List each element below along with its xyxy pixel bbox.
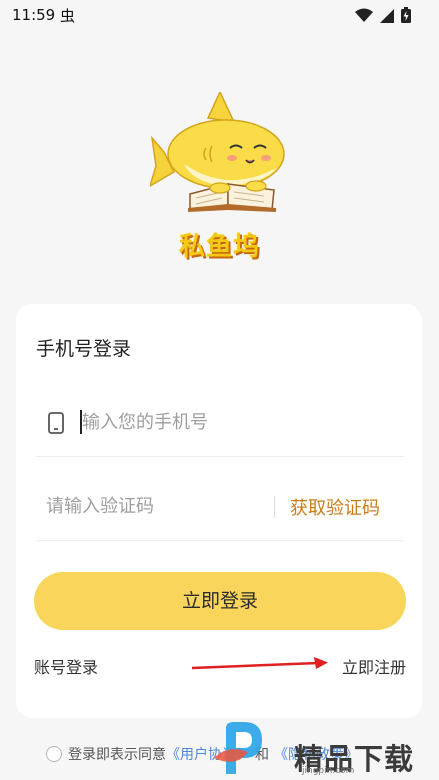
red-arrow-annotation [191, 657, 328, 670]
battery-charging-icon [401, 7, 411, 23]
bug-notification-icon: 虫 [60, 7, 76, 25]
verification-field-row: 获取验证码 [36, 474, 404, 541]
watermark-logo-icon [214, 722, 262, 774]
phone-input[interactable] [82, 408, 382, 436]
verification-code-input[interactable] [46, 492, 266, 520]
phone-field-row [36, 390, 404, 457]
login-button[interactable]: 立即登录 [34, 572, 406, 630]
agreement-text: 登录即表示同意 [68, 747, 166, 763]
get-code-button[interactable]: 获取验证码 [290, 494, 380, 520]
watermark: 精品下载 jingpin.com [208, 718, 436, 778]
status-icons [355, 7, 411, 23]
status-time: 11:59 [12, 6, 56, 24]
wifi-icon [355, 8, 373, 22]
page-title: 手机号登录 [36, 338, 132, 360]
watermark-subtext: jingpin.com [302, 766, 355, 776]
app-name: 私鱼坞 [178, 232, 260, 262]
agreement-checkbox[interactable] [46, 746, 62, 762]
divider [274, 496, 275, 518]
app-logo [150, 92, 285, 212]
signal-icon [380, 8, 394, 23]
phone-icon [48, 412, 64, 434]
status-bar: 11:59 虫 [0, 0, 439, 32]
register-link[interactable]: 立即注册 [342, 654, 406, 678]
account-login-link[interactable]: 账号登录 [34, 654, 98, 678]
